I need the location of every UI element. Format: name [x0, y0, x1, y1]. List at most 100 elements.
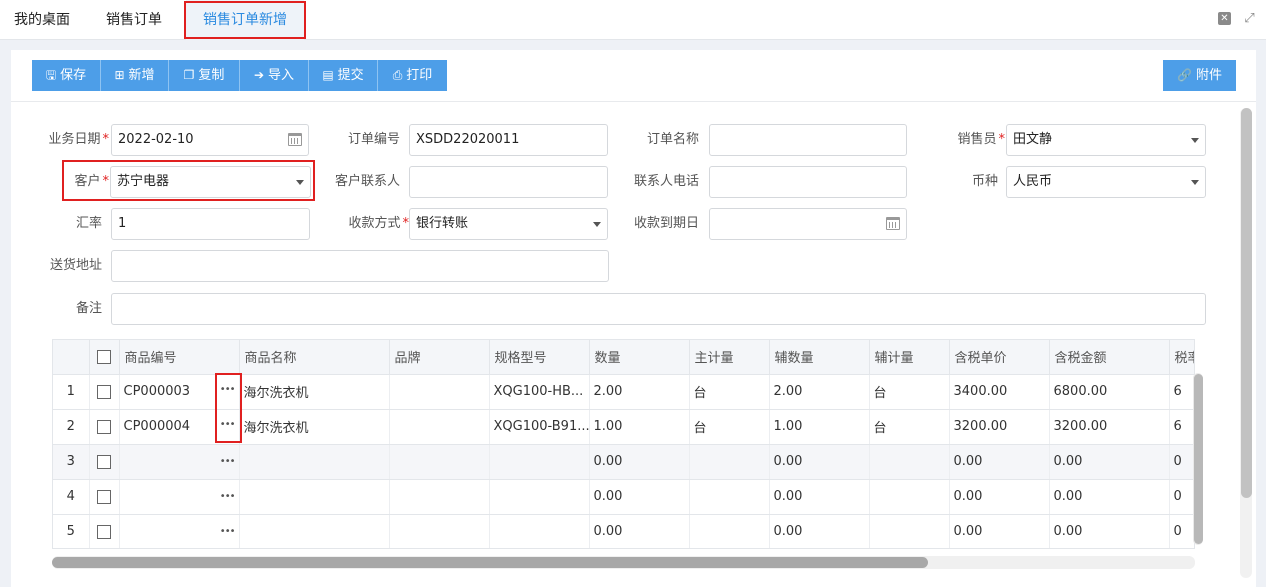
cell-qty[interactable]: 0.00 [589, 479, 690, 515]
table-row[interactable]: 4 ••• 0.00 0.00 0.00 0.00 0 [53, 479, 1194, 515]
cell-aux-unit[interactable] [869, 514, 950, 548]
cell-qty[interactable]: 0.00 [589, 514, 690, 548]
remark-field[interactable] [111, 293, 1206, 325]
cell-aux-unit[interactable] [869, 444, 950, 480]
cell-aux-unit[interactable]: 台 [869, 374, 950, 410]
address-field[interactable] [111, 250, 609, 282]
contact-phone-field[interactable] [709, 166, 907, 198]
fullscreen-icon[interactable]: ⤢ [1243, 12, 1256, 25]
cell-amount[interactable]: 0.00 [1049, 514, 1170, 548]
grid-vertical-scrollbar-thumb[interactable] [1194, 374, 1203, 544]
col-header[interactable]: 含税单价 [949, 340, 1050, 375]
cell-code[interactable]: ••• [119, 479, 240, 515]
tab-my-desktop[interactable]: 我的桌面 [14, 0, 70, 40]
cell-price[interactable]: 3400.00 [949, 374, 1050, 410]
cell-code[interactable]: ••• [119, 444, 240, 480]
tab-sales-order[interactable]: 销售订单 [106, 0, 162, 40]
cell-qty[interactable]: 2.00 [589, 374, 690, 410]
cell-aux-qty[interactable]: 2.00 [769, 374, 870, 410]
cell-spec[interactable]: XQG100-HB... [489, 374, 590, 410]
cell-aux-unit[interactable]: 台 [869, 409, 950, 445]
cell-price[interactable]: 0.00 [949, 479, 1050, 515]
col-header[interactable]: 辅计量 [869, 340, 950, 375]
rate-field[interactable]: 1 [111, 208, 310, 240]
row-checkbox[interactable] [97, 489, 111, 504]
order-name-field[interactable] [709, 124, 907, 156]
cell-name[interactable] [239, 479, 390, 515]
cell-qty[interactable]: 1.00 [589, 409, 690, 445]
row-checkbox[interactable] [97, 454, 111, 469]
print-button[interactable]: ⎙ 打印 [378, 60, 447, 91]
cell-spec[interactable] [489, 444, 590, 480]
calendar-icon[interactable] [886, 217, 900, 230]
col-header[interactable]: 商品名称 [239, 340, 390, 375]
col-header[interactable]: 辅数量 [769, 340, 870, 375]
cell-aux-qty[interactable]: 1.00 [769, 409, 870, 445]
submit-button[interactable]: ▤ 提交 [309, 60, 377, 91]
cell-name[interactable]: 海尔洗衣机 [239, 374, 390, 410]
save-button[interactable]: 🖫 保存 [32, 60, 100, 91]
cell-aux-unit[interactable] [869, 479, 950, 515]
cell-amount[interactable]: 6800.00 [1049, 374, 1170, 410]
cell-spec[interactable] [489, 514, 590, 548]
cell-tax[interactable]: 0 [1169, 479, 1194, 515]
col-header[interactable]: 规格型号 [489, 340, 590, 375]
cell-unit[interactable]: 台 [689, 409, 770, 445]
cell-amount[interactable]: 0.00 [1049, 444, 1170, 480]
cell-brand[interactable] [389, 444, 490, 480]
cell-spec[interactable] [489, 479, 590, 515]
cell-unit[interactable] [689, 479, 770, 515]
row-checkbox[interactable] [97, 524, 111, 539]
cell-qty[interactable]: 0.00 [589, 444, 690, 480]
cell-brand[interactable] [389, 514, 490, 548]
col-header[interactable]: 商品编号 [119, 340, 240, 375]
cell-amount[interactable]: 0.00 [1049, 479, 1170, 515]
add-button[interactable]: ⊞ 新增 [101, 60, 168, 91]
row-checkbox[interactable] [97, 384, 111, 399]
cell-tax[interactable]: 0 [1169, 444, 1194, 480]
table-row[interactable]: 3 ••• 0.00 0.00 0.00 0.00 0 [53, 444, 1194, 480]
cell-unit[interactable] [689, 444, 770, 480]
page-vertical-scrollbar-thumb[interactable] [1241, 108, 1252, 498]
cell-name[interactable] [239, 444, 390, 480]
table-row[interactable]: 5 ••• 0.00 0.00 0.00 0.00 0 [53, 514, 1194, 548]
cell-aux-qty[interactable]: 0.00 [769, 444, 870, 480]
cell-unit[interactable] [689, 514, 770, 548]
cell-price[interactable]: 3200.00 [949, 409, 1050, 445]
cell-price[interactable]: 0.00 [949, 444, 1050, 480]
cell-brand[interactable] [389, 479, 490, 515]
cell-name[interactable] [239, 514, 390, 548]
currency-select[interactable]: 人民币 [1006, 166, 1206, 198]
cell-name[interactable]: 海尔洗衣机 [239, 409, 390, 445]
col-header[interactable]: 主计量 [689, 340, 770, 375]
cell-aux-qty[interactable]: 0.00 [769, 514, 870, 548]
contact-field[interactable] [409, 166, 608, 198]
more-icon[interactable]: ••• [220, 456, 236, 468]
row-checkbox[interactable] [97, 419, 111, 434]
salesman-select[interactable]: 田文静 [1006, 124, 1206, 156]
cell-price[interactable]: 0.00 [949, 514, 1050, 548]
cell-amount[interactable]: 3200.00 [1049, 409, 1170, 445]
cell-brand[interactable] [389, 409, 490, 445]
col-header[interactable]: 数量 [589, 340, 690, 375]
cell-code[interactable]: ••• [119, 514, 240, 548]
biz-date-field[interactable]: 2022-02-10 [111, 124, 309, 156]
cell-tax[interactable]: 6 [1169, 374, 1194, 410]
grid-horizontal-scrollbar-thumb[interactable] [52, 557, 928, 568]
cell-tax[interactable]: 6 [1169, 409, 1194, 445]
more-icon[interactable]: ••• [220, 491, 236, 503]
close-tab-icon[interactable]: ✕ [1218, 12, 1231, 25]
cell-tax[interactable]: 0 [1169, 514, 1194, 548]
calendar-icon[interactable] [288, 133, 302, 146]
col-header[interactable]: 含税金额 [1049, 340, 1170, 375]
more-icon[interactable]: ••• [220, 526, 236, 538]
due-date-field[interactable] [709, 208, 907, 240]
cell-brand[interactable] [389, 374, 490, 410]
col-header[interactable]: 税率% [1169, 340, 1194, 375]
pay-method-select[interactable]: 银行转账 [409, 208, 608, 240]
cell-spec[interactable]: XQG100-B91... [489, 409, 590, 445]
cell-unit[interactable]: 台 [689, 374, 770, 410]
col-header[interactable]: 品牌 [389, 340, 490, 375]
attachment-button[interactable]: 🔗 附件 [1163, 60, 1236, 91]
select-all-checkbox[interactable] [97, 349, 111, 364]
